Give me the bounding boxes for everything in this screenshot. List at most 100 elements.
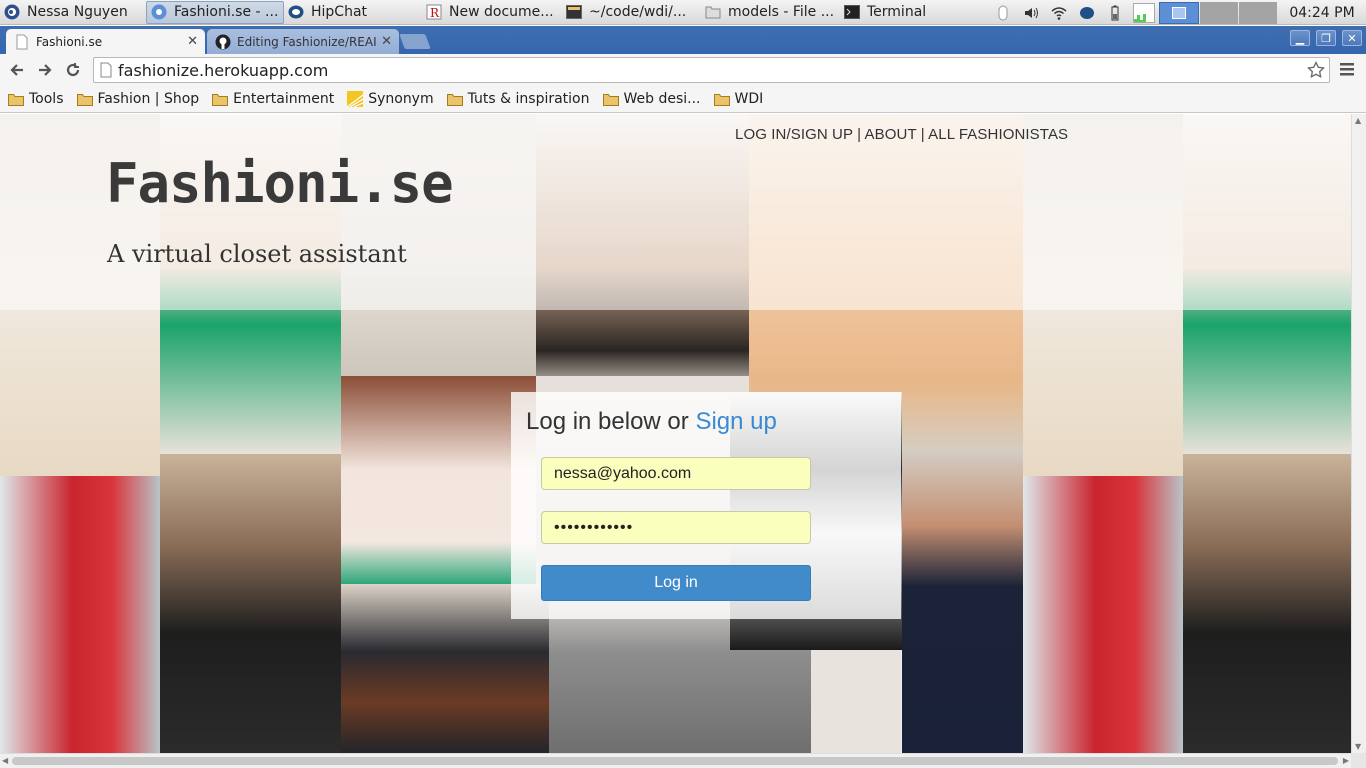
vertical-scrollbar[interactable]: ▲ ▼ xyxy=(1351,114,1366,753)
nav-separator: | xyxy=(916,126,929,143)
cpu-monitor-icon xyxy=(1133,2,1155,23)
pidgin-icon xyxy=(4,4,20,20)
chrome-menu-icon[interactable] xyxy=(1338,60,1356,78)
document-icon: R xyxy=(426,4,442,20)
page-viewport: LOG IN/SIGN UP | ABOUT | ALL FASHIONISTA… xyxy=(0,114,1351,753)
restore-button[interactable]: ❐ xyxy=(1316,30,1336,46)
os-taskbar: Nessa Nguyen Fashioni.se - ... HipChat R… xyxy=(0,0,1366,25)
system-tray: 04:24 PM xyxy=(989,0,1366,25)
nav-about-link[interactable]: ABOUT xyxy=(865,126,917,143)
bookmark-label: Tools xyxy=(29,91,64,107)
tab-label: Editing Fashionize/REAI xyxy=(237,34,377,49)
browser-tab-strip: Fashioni.se ✕ Editing Fashionize/REAI ✕ … xyxy=(0,26,1366,54)
scroll-right-icon[interactable]: ▶ xyxy=(1343,756,1349,765)
horizontal-scroll-thumb[interactable] xyxy=(12,757,1338,765)
scroll-up-icon[interactable]: ▲ xyxy=(1355,116,1361,125)
tab-label: Fashioni.se xyxy=(36,34,103,49)
workspace-2[interactable] xyxy=(1200,1,1238,24)
page-favicon-icon xyxy=(16,34,28,49)
bookmark-label: Web desi... xyxy=(623,91,701,107)
folder-icon xyxy=(602,93,619,106)
back-button[interactable] xyxy=(3,56,31,84)
browser-toolbar: fashionize.herokuapp.com xyxy=(0,54,1366,86)
background-photo xyxy=(1183,454,1351,753)
folder-icon xyxy=(446,93,463,106)
tab-github-editing[interactable]: Editing Fashionize/REAI ✕ xyxy=(207,29,399,54)
back-arrow-icon xyxy=(10,64,23,76)
synonym-icon xyxy=(347,91,364,107)
login-heading: Log in below or Sign up xyxy=(526,408,777,436)
nav-all-fashionistas-link[interactable]: ALL FASHIONISTAS xyxy=(928,126,1068,143)
close-window-button[interactable]: ✕ xyxy=(1342,30,1362,46)
taskbar-item-label: HipChat xyxy=(311,4,368,20)
taskbar-item-hipchat[interactable]: HipChat xyxy=(284,1,422,24)
bookmark-label: Tuts & inspiration xyxy=(467,91,590,107)
volume-icon[interactable] xyxy=(1023,5,1039,21)
background-photo xyxy=(1023,476,1183,753)
background-photo xyxy=(160,454,341,753)
bookmark-tools[interactable]: Tools xyxy=(8,91,64,107)
bookmark-entertainment[interactable]: Entertainment xyxy=(212,91,334,107)
horizontal-scrollbar[interactable]: ◀ ▶ xyxy=(0,753,1351,768)
login-heading-text: Log in below or xyxy=(526,408,696,435)
password-field[interactable]: •••••••••••• xyxy=(541,511,811,544)
reload-icon xyxy=(66,63,80,77)
svg-text:R: R xyxy=(430,6,440,20)
site-title: Fashioni.se xyxy=(106,152,454,215)
terminal-icon xyxy=(844,5,860,19)
bookmark-web-design[interactable]: Web desi... xyxy=(602,91,701,107)
scrollbar-corner xyxy=(1351,753,1366,768)
folder-icon xyxy=(76,93,93,106)
taskbar-item-label: models - File ... xyxy=(728,4,835,20)
clock[interactable]: 04:24 PM xyxy=(1278,5,1366,21)
signup-link[interactable]: Sign up xyxy=(695,408,776,435)
taskbar-item-pidgin[interactable]: Nessa Nguyen xyxy=(0,1,146,24)
bookmark-synonym[interactable]: Synonym xyxy=(347,91,434,107)
scroll-indicator-icon xyxy=(998,5,1008,20)
forward-button[interactable] xyxy=(31,56,59,84)
workspace-window-icon xyxy=(1172,6,1186,19)
bookmark-fashion-shop[interactable]: Fashion | Shop xyxy=(76,91,200,107)
new-tab-button[interactable] xyxy=(399,34,431,49)
site-tagline: A virtual closet assistant xyxy=(107,240,407,268)
close-tab-icon[interactable]: ✕ xyxy=(187,34,198,49)
folder-icon xyxy=(8,93,24,106)
nav-separator: | xyxy=(852,126,865,143)
wifi-icon[interactable] xyxy=(1051,5,1067,21)
bookmarks-bar: Tools Fashion | Shop Entertainment Synon… xyxy=(0,86,1366,113)
hipchat-icon xyxy=(288,5,304,19)
reload-button[interactable] xyxy=(59,56,87,84)
battery-icon[interactable] xyxy=(1107,5,1123,21)
background-photo xyxy=(341,376,536,584)
taskbar-item-file-manager[interactable]: models - File ... xyxy=(701,1,840,24)
bookmark-label: Fashion | Shop xyxy=(97,91,200,107)
terminal-icon xyxy=(566,5,582,19)
bookmark-wdi[interactable]: WDI xyxy=(713,91,763,107)
login-button[interactable]: Log in xyxy=(541,565,811,601)
address-bar[interactable]: fashionize.herokuapp.com xyxy=(93,57,1330,83)
url-text[interactable]: fashionize.herokuapp.com xyxy=(118,61,328,80)
taskbar-item-label: ~/code/wdi/... xyxy=(589,4,687,20)
background-photo xyxy=(902,450,1023,753)
taskbar-item-chrome[interactable]: Fashioni.se - ... xyxy=(146,0,284,24)
bookmark-star-icon[interactable] xyxy=(1307,61,1325,79)
nav-login-signup-link[interactable]: LOG IN/SIGN UP xyxy=(735,126,853,143)
background-photo xyxy=(811,650,901,753)
chrome-icon xyxy=(151,4,167,20)
email-field[interactable]: nessa@yahoo.com xyxy=(541,457,811,490)
workspace-3[interactable] xyxy=(1239,1,1277,24)
background-photo xyxy=(0,476,160,753)
taskbar-item-terminal[interactable]: Terminal xyxy=(840,1,980,24)
scroll-down-icon[interactable]: ▼ xyxy=(1355,742,1361,751)
forward-arrow-icon xyxy=(39,64,52,76)
tab-fashionise[interactable]: Fashioni.se ✕ xyxy=(6,29,205,54)
taskbar-item-document[interactable]: R New docume... xyxy=(422,1,562,24)
taskbar-item-terminal-code[interactable]: ~/code/wdi/... xyxy=(562,1,701,24)
bookmark-tuts-inspiration[interactable]: Tuts & inspiration xyxy=(446,91,590,107)
close-tab-icon[interactable]: ✕ xyxy=(381,34,392,49)
chat-status-icon[interactable] xyxy=(1079,5,1095,21)
minimize-button[interactable]: ▁ xyxy=(1290,30,1310,46)
workspace-1[interactable] xyxy=(1159,1,1199,24)
scroll-left-icon[interactable]: ◀ xyxy=(2,756,8,765)
bookmark-label: Synonym xyxy=(368,91,434,107)
